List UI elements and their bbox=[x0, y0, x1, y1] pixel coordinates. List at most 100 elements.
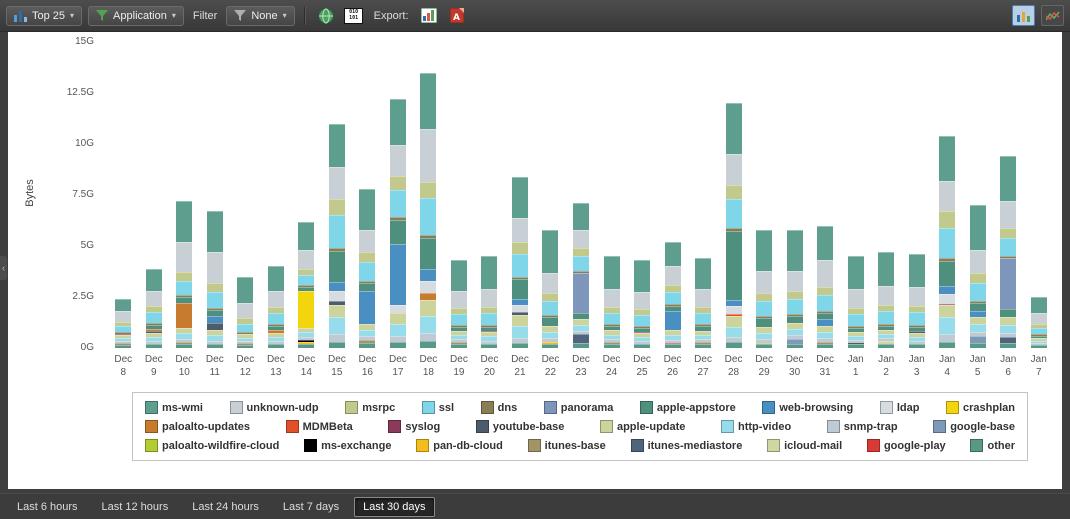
bar-segment-other[interactable] bbox=[817, 344, 833, 348]
bar-segment-paloalto-updates[interactable] bbox=[420, 293, 436, 300]
bar-segment-msrpc[interactable] bbox=[726, 185, 742, 199]
export-excel-button[interactable] bbox=[418, 5, 440, 27]
bar-segment-other[interactable] bbox=[298, 344, 314, 348]
bar-segment-other[interactable] bbox=[939, 342, 955, 348]
stacked-bar[interactable] bbox=[207, 211, 223, 348]
legend-item-ms-exchange[interactable]: ms-exchange bbox=[304, 439, 391, 452]
legend-item-unknown-udp[interactable]: unknown-udp bbox=[230, 401, 319, 414]
bar-segment-ssl[interactable] bbox=[787, 299, 803, 314]
bar-segment-ssl[interactable] bbox=[329, 215, 345, 248]
bar-segment-unknown-udp[interactable] bbox=[237, 303, 253, 318]
bar-segment-ms-wmi[interactable] bbox=[542, 230, 558, 273]
legend-item-apple-update[interactable]: apple-update bbox=[600, 420, 685, 433]
bar-segment-ms-wmi[interactable] bbox=[756, 230, 772, 271]
bar-segment-ms-wmi[interactable] bbox=[634, 260, 650, 292]
bar-segment-other[interactable] bbox=[146, 344, 162, 348]
bar-segment-other[interactable] bbox=[237, 345, 253, 348]
bar-segment-msrpc[interactable] bbox=[176, 272, 192, 281]
bar-segment-other[interactable] bbox=[970, 343, 986, 348]
bar-segment-apple-update[interactable] bbox=[420, 300, 436, 316]
bar-segment-unknown-udp[interactable] bbox=[817, 260, 833, 287]
bar-segment-msrpc[interactable] bbox=[970, 273, 986, 283]
bar-segment-ms-wmi[interactable] bbox=[420, 73, 436, 129]
legend-item-ldap[interactable]: ldap bbox=[880, 401, 920, 414]
bar-segment-other[interactable] bbox=[787, 344, 803, 348]
bar-segment-other[interactable] bbox=[1000, 343, 1016, 348]
bar-segment-other[interactable] bbox=[604, 344, 620, 348]
bar-segment-apple-update[interactable] bbox=[512, 315, 528, 325]
legend-item-snmp-trap[interactable]: snmp-trap bbox=[827, 420, 898, 433]
bar-segment-msrpc[interactable] bbox=[420, 182, 436, 198]
stacked-bar[interactable] bbox=[970, 205, 986, 348]
bar-segment-ssl[interactable] bbox=[268, 313, 284, 323]
bar-segment-ms-wmi[interactable] bbox=[481, 256, 497, 289]
bar-segment-apple-appstore[interactable] bbox=[512, 279, 528, 299]
bar-segment-apple-update[interactable] bbox=[939, 305, 955, 317]
bar-segment-unknown-udp[interactable] bbox=[878, 286, 894, 305]
bar-segment-unknown-udp[interactable] bbox=[909, 287, 925, 306]
stacked-bar[interactable] bbox=[573, 203, 589, 348]
bar-segment-other[interactable] bbox=[512, 343, 528, 348]
bar-segment-ssl[interactable] bbox=[878, 311, 894, 323]
bar-segment-web-browsing[interactable] bbox=[665, 311, 681, 329]
top-n-dropdown[interactable]: Top 25 ▾ bbox=[6, 6, 82, 26]
bar-segment-msrpc[interactable] bbox=[542, 293, 558, 301]
legend-item-apple-appstore[interactable]: apple-appstore bbox=[640, 401, 736, 414]
export-pdf-button[interactable]: A bbox=[446, 5, 468, 27]
bar-segment-http-video[interactable] bbox=[939, 317, 955, 333]
bar-segment-other[interactable] bbox=[176, 344, 192, 348]
stacked-bar[interactable] bbox=[512, 177, 528, 348]
bar-segment-http-video[interactable] bbox=[726, 327, 742, 337]
bar-segment-msrpc[interactable] bbox=[390, 176, 406, 190]
bar-segment-other[interactable] bbox=[695, 344, 711, 348]
bar-segment-other[interactable] bbox=[665, 344, 681, 348]
bar-segment-msrpc[interactable] bbox=[512, 242, 528, 254]
bar-segment-apple-update[interactable] bbox=[1000, 317, 1016, 324]
legend-item-syslog[interactable]: syslog bbox=[388, 420, 440, 433]
bar-segment-unknown-udp[interactable] bbox=[573, 230, 589, 248]
bar-segment-other[interactable] bbox=[115, 345, 131, 348]
bar-segment-ms-wmi[interactable] bbox=[848, 256, 864, 289]
bar-segment-ms-wmi[interactable] bbox=[207, 211, 223, 252]
time-range-last-24-hours[interactable]: Last 24 hours bbox=[183, 497, 268, 517]
bar-segment-ssl[interactable] bbox=[726, 199, 742, 228]
bar-segment-ms-wmi[interactable] bbox=[726, 103, 742, 154]
bar-segment-apple-appstore[interactable] bbox=[939, 261, 955, 285]
bar-segment-snmp-trap[interactable] bbox=[420, 333, 436, 341]
bar-segment-ms-wmi[interactable] bbox=[146, 269, 162, 291]
bar-segment-ms-wmi[interactable] bbox=[329, 124, 345, 167]
legend-item-web-browsing[interactable]: web-browsing bbox=[762, 401, 853, 414]
bar-segment-ssl[interactable] bbox=[634, 315, 650, 325]
bar-segment-ssl[interactable] bbox=[512, 254, 528, 276]
bar-segment-unknown-udp[interactable] bbox=[970, 250, 986, 272]
bar-segment-ssl[interactable] bbox=[695, 313, 711, 323]
bar-segment-msrpc[interactable] bbox=[756, 293, 772, 301]
bar-segment-apple-appstore[interactable] bbox=[329, 251, 345, 282]
bar-segment-ldap[interactable] bbox=[939, 294, 955, 304]
bar-segment-ssl[interactable] bbox=[451, 314, 467, 324]
bar-segment-apple-appstore[interactable] bbox=[390, 220, 406, 244]
bar-segment-ssl[interactable] bbox=[665, 292, 681, 304]
line-chart-view-toggle[interactable] bbox=[1041, 5, 1064, 26]
bar-segment-ms-wmi[interactable] bbox=[1000, 156, 1016, 201]
bar-segment-crashplan[interactable] bbox=[298, 291, 314, 328]
bar-segment-ssl[interactable] bbox=[1000, 238, 1016, 256]
legend-item-paloalto-wildfire-cloud[interactable]: paloalto-wildfire-cloud bbox=[145, 439, 279, 452]
bar-segment-unknown-udp[interactable] bbox=[390, 145, 406, 176]
bar-segment-msrpc[interactable] bbox=[573, 248, 589, 256]
stacked-bar[interactable] bbox=[237, 277, 253, 348]
bar-segment-snmp-trap[interactable] bbox=[939, 334, 955, 342]
stacked-bar[interactable] bbox=[1000, 156, 1016, 348]
bar-segment-ms-wmi[interactable] bbox=[176, 201, 192, 242]
stacked-bar[interactable] bbox=[298, 222, 314, 348]
bar-segment-ms-wmi[interactable] bbox=[451, 260, 467, 291]
legend-item-itunes-mediastore[interactable]: itunes-mediastore bbox=[631, 439, 743, 452]
binary-data-button[interactable]: 010 101 bbox=[343, 5, 365, 27]
bar-segment-snmp-trap[interactable] bbox=[329, 334, 345, 342]
bar-segment-ldap[interactable] bbox=[420, 281, 436, 293]
stacked-bar[interactable] bbox=[909, 254, 925, 348]
bar-segment-other[interactable] bbox=[573, 343, 589, 348]
bar-segment-other[interactable] bbox=[634, 344, 650, 348]
bar-segment-unknown-udp[interactable] bbox=[481, 289, 497, 307]
stacked-bar[interactable] bbox=[878, 252, 894, 348]
